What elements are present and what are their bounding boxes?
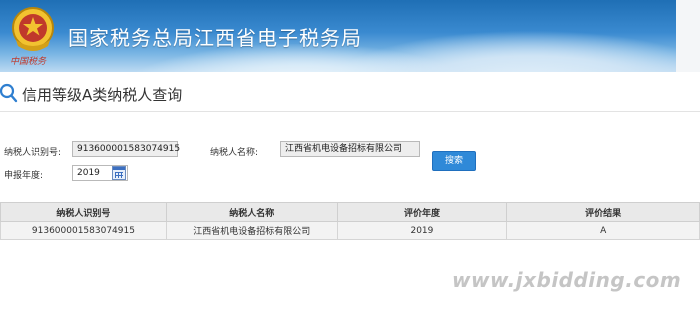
site-title: 国家税务总局江西省电子税务局: [68, 26, 362, 50]
calendar-icon[interactable]: [112, 166, 126, 180]
col-header-eval-year: 评价年度: [336, 202, 508, 222]
tax-emblem-icon: [12, 7, 54, 51]
table-row[interactable]: 913600001583074915 江西省机电设备招标有限公司 2019 A: [0, 221, 700, 240]
taxpayer-id-label: 纳税人识别号:: [4, 148, 62, 158]
year-label: 申报年度:: [4, 171, 44, 181]
page-title: 信用等级A类纳税人查询: [22, 86, 183, 104]
taxpayer-name-label: 纳税人名称:: [210, 148, 259, 158]
cell-eval-year: 2019: [336, 221, 508, 240]
cell-eval-result: A: [506, 221, 700, 240]
results-table: 纳税人识别号 纳税人名称 评价年度 评价结果 91360000158307491…: [0, 202, 700, 240]
cell-taxpayer-name: 江西省机电设备招标有限公司: [165, 221, 338, 240]
emblem-caption: 中国税务: [10, 57, 47, 67]
search-icon: [0, 83, 18, 103]
taxpayer-name-field[interactable]: 江西省机电设备招标有限公司: [280, 141, 420, 157]
col-header-taxpayer-name: 纳税人名称: [165, 202, 338, 222]
watermark: www.jxbidding.com: [452, 268, 682, 292]
table-header-row: 纳税人识别号 纳税人名称 评价年度 评价结果: [0, 202, 700, 222]
col-header-taxpayer-id: 纳税人识别号: [0, 202, 167, 222]
taxpayer-id-field[interactable]: 913600001583074915: [72, 141, 180, 157]
search-button[interactable]: 搜索: [432, 151, 476, 171]
col-header-eval-result: 评价结果: [506, 202, 700, 222]
cell-taxpayer-id: 913600001583074915: [0, 221, 167, 240]
